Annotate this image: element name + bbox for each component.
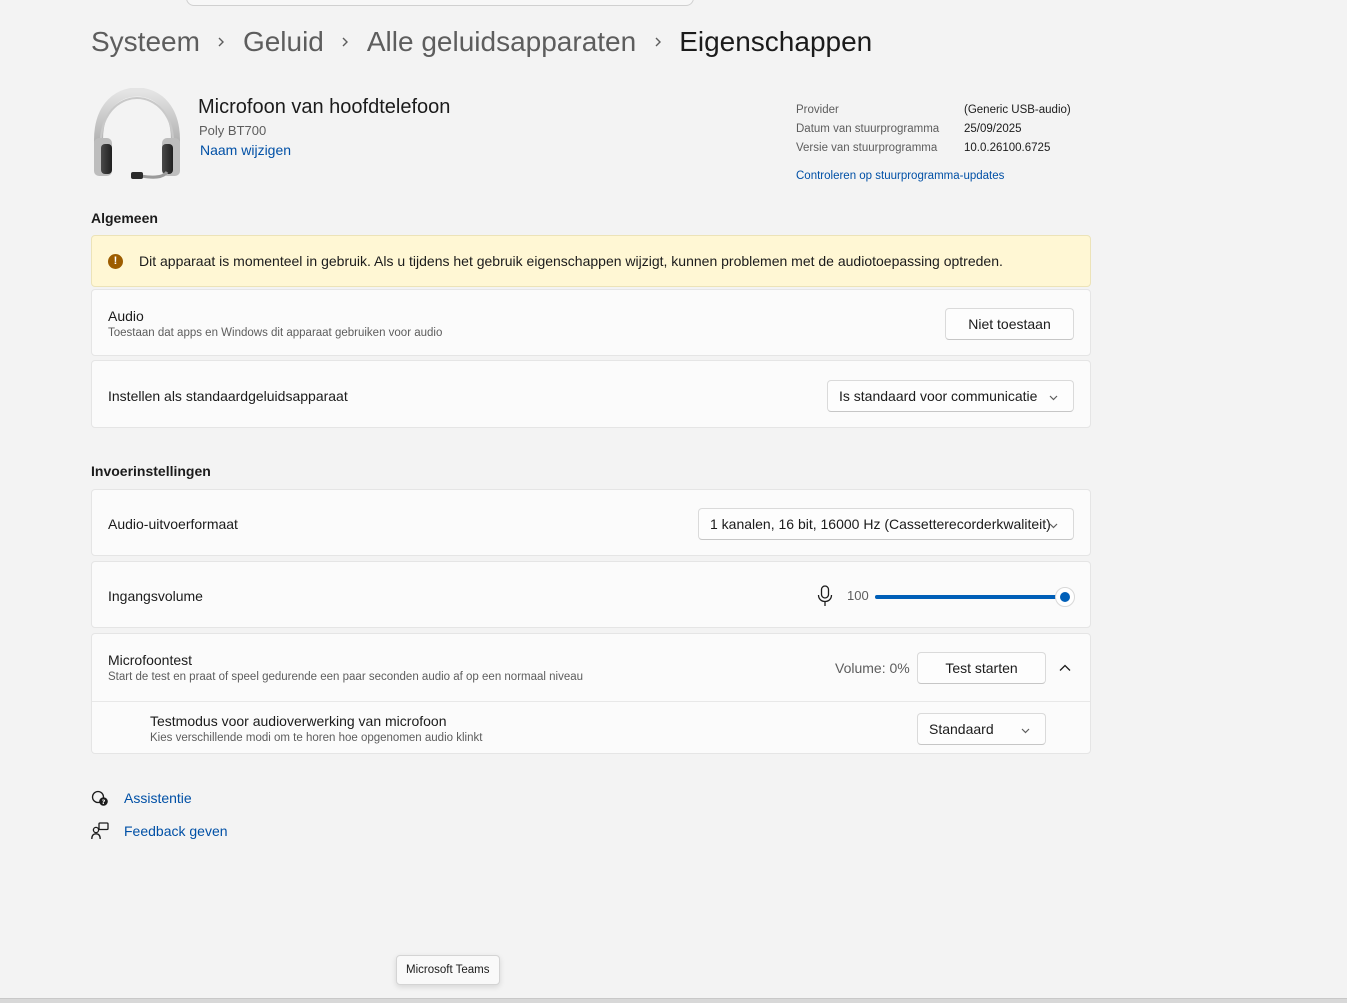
- input-volume-card: Ingangsvolume 100: [91, 561, 1091, 628]
- feedback-icon: [91, 822, 109, 840]
- breadcrumb-item-alle-geluidsapparaten[interactable]: Alle geluidsapparaten: [367, 26, 636, 58]
- rename-link[interactable]: Naam wijzigen: [200, 142, 291, 158]
- format-title: Audio-uitvoerformaat: [108, 516, 238, 532]
- breadcrumb: Systeem Geluid Alle geluidsapparaten Eig…: [91, 24, 872, 60]
- mic-test-description: Start de test en praat of speel gedurend…: [108, 671, 584, 683]
- provider-label: Provider: [796, 103, 839, 116]
- breadcrumb-item-geluid[interactable]: Geluid: [243, 26, 324, 58]
- headset-icon: [94, 88, 180, 179]
- chevron-right-icon: [200, 36, 243, 48]
- mic-test-volume: Volume: 0%: [835, 660, 910, 676]
- taskbar-tooltip: Microsoft Teams: [396, 955, 500, 985]
- test-mode-value: Standaard: [929, 721, 994, 737]
- help-link-label: Assistentie: [124, 790, 192, 806]
- check-driver-updates-link[interactable]: Controleren op stuurprogramma-updates: [796, 170, 1004, 182]
- feedback-link[interactable]: Feedback geven: [91, 821, 228, 841]
- search-box-edge[interactable]: [186, 0, 694, 6]
- microphone-icon[interactable]: [816, 585, 834, 607]
- slider-thumb[interactable]: [1055, 587, 1075, 607]
- driver-version-value: 10.0.26100.6725: [964, 141, 1051, 154]
- provider-value: (Generic USB-audio): [964, 103, 1071, 116]
- warning-text: Dit apparaat is momenteel in gebruik. Al…: [139, 253, 1003, 269]
- disallow-audio-button[interactable]: Niet toestaan: [945, 308, 1074, 340]
- driver-version-label: Versie van stuurprogramma: [796, 141, 938, 154]
- driver-info: Provider (Generic USB-audio) Datum van s…: [796, 100, 1096, 183]
- audio-card: Audio Toestaan dat apps en Windows dit a…: [91, 289, 1091, 356]
- svg-text:?: ?: [102, 798, 106, 806]
- taskbar-edge: [0, 998, 1347, 1003]
- breadcrumb-item-systeem[interactable]: Systeem: [91, 26, 200, 58]
- test-mode-dropdown[interactable]: Standaard: [917, 713, 1046, 745]
- warning-icon: !: [108, 253, 123, 269]
- default-device-title: Instellen als standaardgeluidsapparaat: [108, 388, 348, 404]
- mic-test-card: Microfoontest Start de test en praat of …: [91, 633, 1091, 754]
- audio-description: Toestaan dat apps en Windows dit apparaa…: [108, 327, 443, 339]
- default-device-card: Instellen als standaardgeluidsapparaat I…: [91, 360, 1091, 428]
- in-use-warning: ! Dit apparaat is momenteel in gebruik. …: [91, 235, 1091, 287]
- default-device-dropdown[interactable]: Is standaard voor communicatie: [827, 380, 1074, 412]
- chevron-down-icon: [1049, 523, 1058, 529]
- help-chat-icon: ?: [91, 790, 108, 806]
- input-volume-slider[interactable]: [875, 587, 1075, 607]
- audio-title: Audio: [108, 308, 144, 324]
- format-value: 1 kanalen, 16 bit, 16000 Hz (Cassetterec…: [710, 516, 1051, 532]
- section-heading-general: Algemeen: [91, 210, 158, 226]
- default-device-value: Is standaard voor communicatie: [839, 388, 1038, 404]
- mic-test-title: Microfoontest: [108, 652, 193, 668]
- device-header: Microfoon van hoofdtelefoon Poly BT700 N…: [91, 88, 1091, 188]
- test-mode-title: Testmodus voor audioverwerking van micro…: [150, 713, 447, 729]
- driver-date-value: 25/09/2025: [964, 122, 1022, 135]
- chevron-down-icon: [1049, 395, 1058, 401]
- start-test-button[interactable]: Test starten: [917, 652, 1046, 684]
- chevron-down-icon: [1021, 728, 1030, 734]
- slider-fill: [875, 595, 1065, 599]
- section-heading-input: Invoerinstellingen: [91, 463, 211, 479]
- chevron-right-icon: [324, 36, 367, 48]
- test-mode-description: Kies verschillende modi om te horen hoe …: [150, 732, 483, 744]
- chevron-up-icon[interactable]: [1058, 661, 1072, 675]
- driver-date-label: Datum van stuurprogramma: [796, 122, 940, 135]
- device-model: Poly BT700: [199, 123, 267, 138]
- format-card: Audio-uitvoerformaat 1 kanalen, 16 bit, …: [91, 489, 1091, 556]
- feedback-link-label: Feedback geven: [124, 823, 228, 839]
- page-title: Eigenschappen: [679, 26, 873, 57]
- divider: [92, 701, 1090, 702]
- chevron-right-icon: [636, 36, 679, 48]
- format-dropdown[interactable]: 1 kanalen, 16 bit, 16000 Hz (Cassetterec…: [698, 508, 1074, 540]
- device-name: Microfoon van hoofdtelefoon: [198, 96, 451, 118]
- help-link[interactable]: ? Assistentie: [91, 788, 192, 808]
- input-volume-title: Ingangsvolume: [108, 588, 203, 604]
- input-volume-value: 100: [847, 588, 869, 603]
